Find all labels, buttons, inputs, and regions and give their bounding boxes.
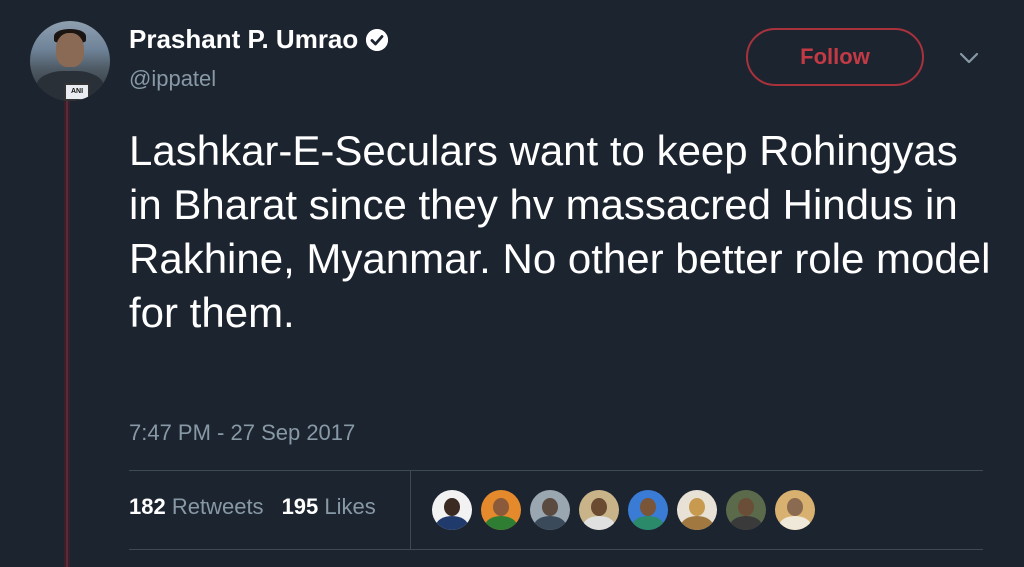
user-display-name[interactable]: Prashant P. Umrao — [129, 24, 358, 55]
liker-avatar-body — [485, 516, 517, 530]
liker-avatar-face — [738, 498, 754, 516]
liker-avatar-body — [534, 516, 566, 530]
user-handle[interactable]: @ippatel — [129, 66, 216, 92]
liker-avatar-face — [640, 498, 656, 516]
engagement-stats: 182 Retweets 195 Likes — [129, 494, 376, 520]
retweets-label: Retweets — [171, 494, 264, 519]
liker-avatar[interactable] — [775, 490, 815, 530]
follow-button[interactable]: Follow — [746, 28, 924, 86]
liker-avatar-body — [436, 516, 468, 530]
tweet-timestamp[interactable]: 7:47 PM - 27 Sep 2017 — [129, 420, 355, 446]
tweet-text: Lashkar-E-Seculars want to keep Rohingya… — [129, 127, 991, 336]
liker-avatar[interactable] — [677, 490, 717, 530]
liker-avatar[interactable] — [530, 490, 570, 530]
likes-label: Likes — [324, 494, 376, 519]
user-name-row[interactable]: Prashant P. Umrao — [129, 24, 389, 55]
thread-line — [64, 100, 70, 567]
liker-avatar-face — [591, 498, 607, 516]
retweets-count: 182 — [129, 494, 166, 519]
avatar[interactable]: ANI — [30, 21, 110, 101]
avatar-head — [56, 33, 84, 67]
liker-avatar-face — [493, 498, 509, 516]
liker-avatar-face — [444, 498, 460, 516]
liker-avatar-body — [730, 516, 762, 530]
chevron-down-icon[interactable] — [958, 50, 980, 66]
liker-avatar-body — [779, 516, 811, 530]
liker-avatar[interactable] — [628, 490, 668, 530]
likers-avatars — [432, 490, 815, 530]
liker-avatar-body — [681, 516, 713, 530]
liker-avatar-body — [632, 516, 664, 530]
liker-avatar-face — [787, 498, 803, 516]
liker-avatar[interactable] — [726, 490, 766, 530]
retweets-stat[interactable]: 182 Retweets — [129, 494, 264, 520]
liker-avatar[interactable] — [579, 490, 619, 530]
stats-separator — [410, 471, 411, 549]
divider-top — [129, 470, 983, 471]
likes-stat[interactable]: 195 Likes — [282, 494, 376, 520]
microphone-logo: ANI — [64, 83, 90, 101]
verified-badge-icon — [366, 28, 389, 51]
likes-count: 195 — [281, 494, 319, 519]
liker-avatar-face — [542, 498, 558, 516]
liker-avatar-body — [583, 516, 615, 530]
divider-bottom — [129, 549, 983, 550]
liker-avatar[interactable] — [432, 490, 472, 530]
liker-avatar[interactable] — [481, 490, 521, 530]
liker-avatar-face — [689, 498, 705, 516]
